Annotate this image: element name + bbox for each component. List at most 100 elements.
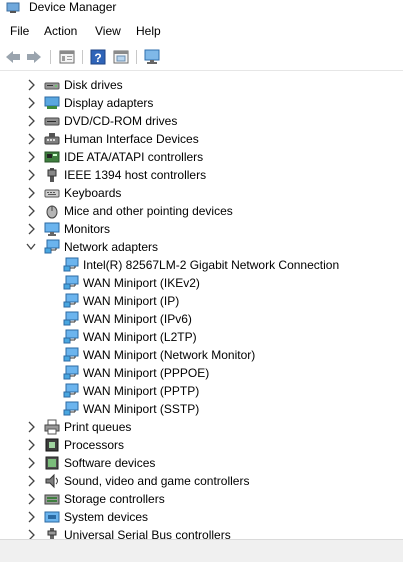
tree-category[interactable]: Sound, video and game controllers <box>0 472 403 490</box>
chevron-right-icon[interactable] <box>26 79 36 91</box>
window-title: Device Manager <box>29 0 117 14</box>
network-adapter-icon <box>63 293 79 308</box>
tree-category[interactable]: Keyboards <box>0 184 403 202</box>
tree-device[interactable]: WAN Miniport (IKEv2) <box>0 274 403 292</box>
chevron-right-icon[interactable] <box>26 97 36 109</box>
ide-controller-icon <box>44 151 60 163</box>
tree-item-label: System devices <box>64 510 149 524</box>
scan-hardware-icon[interactable] <box>143 48 161 66</box>
network-adapter-icon <box>63 383 79 398</box>
chevron-right-icon[interactable] <box>26 115 36 127</box>
network-adapter-icon <box>63 311 79 326</box>
menu-bar: File Action View Help <box>0 20 403 42</box>
tree-device[interactable]: WAN Miniport (SSTP) <box>0 400 403 418</box>
tree-device[interactable]: WAN Miniport (L2TP) <box>0 328 403 346</box>
title-bar: Device Manager <box>0 0 403 18</box>
chevron-right-icon[interactable] <box>26 133 36 145</box>
tree-item-label: WAN Miniport (IP) <box>83 294 180 308</box>
tree-device[interactable]: WAN Miniport (IPv6) <box>0 310 403 328</box>
toolbar-separator <box>82 50 83 64</box>
network-adapter-icon <box>63 275 79 290</box>
system-device-icon <box>44 511 60 523</box>
network-adapter-icon <box>63 347 79 362</box>
network-adapter-icon <box>63 329 79 344</box>
help-icon[interactable]: ? <box>89 48 107 66</box>
device-manager-app-icon <box>6 2 20 13</box>
chevron-down-icon[interactable] <box>26 241 36 253</box>
chevron-right-icon[interactable] <box>26 529 36 539</box>
toolbar-separator <box>136 50 137 64</box>
chevron-right-icon[interactable] <box>26 205 36 217</box>
menu-file[interactable]: File <box>10 24 29 38</box>
chevron-right-icon[interactable] <box>26 187 36 199</box>
tree-item-label: Software devices <box>64 456 156 470</box>
tree-device[interactable]: WAN Miniport (PPPOE) <box>0 364 403 382</box>
tree-item-label: Storage controllers <box>64 492 165 506</box>
chevron-right-icon[interactable] <box>26 223 36 235</box>
network-adapter-icon <box>63 365 79 380</box>
tree-item-label: Mice and other pointing devices <box>64 204 233 218</box>
storage-controller-icon <box>44 494 60 505</box>
tree-category[interactable]: Universal Serial Bus controllers <box>0 526 403 539</box>
tree-category-network-adapters[interactable]: Network adapters <box>0 238 403 256</box>
usb-icon <box>47 528 57 539</box>
menu-view[interactable]: View <box>95 24 121 38</box>
tree-item-label: DVD/CD-ROM drives <box>64 114 178 128</box>
tree-category[interactable]: Mice and other pointing devices <box>0 202 403 220</box>
chevron-right-icon[interactable] <box>26 493 36 505</box>
tree-item-label: Intel(R) 82567LM-2 Gigabit Network Conne… <box>83 258 340 272</box>
chevron-right-icon[interactable] <box>26 511 36 523</box>
properties-icon[interactable] <box>58 48 76 66</box>
tree-device[interactable]: WAN Miniport (PPTP) <box>0 382 403 400</box>
network-adapter-icon <box>44 239 60 254</box>
chevron-right-icon[interactable] <box>26 439 36 451</box>
forward-arrow-icon[interactable] <box>25 48 43 66</box>
chevron-right-icon[interactable] <box>26 151 36 163</box>
toolbar-separator <box>50 50 51 64</box>
back-arrow-icon[interactable] <box>4 48 22 66</box>
disk-drive-icon <box>44 82 60 90</box>
chevron-right-icon[interactable] <box>26 421 36 433</box>
tree-item-label: IDE ATA/ATAPI controllers <box>64 150 204 164</box>
tree-category[interactable]: Storage controllers <box>0 490 403 508</box>
tree-category[interactable]: IDE ATA/ATAPI controllers <box>0 148 403 166</box>
menu-help[interactable]: Help <box>136 24 161 38</box>
tree-category[interactable]: Display adapters <box>0 94 403 112</box>
printer-icon <box>44 419 60 435</box>
device-tree: Disk drives Display adapters DVD/CD-ROM dr… <box>0 71 403 539</box>
tree-device[interactable]: Intel(R) 82567LM-2 Gigabit Network Conne… <box>0 256 403 274</box>
tree-item-label: IEEE 1394 host controllers <box>64 168 207 182</box>
software-device-icon <box>45 456 59 470</box>
dvd-drive-icon <box>44 117 60 126</box>
tree-category[interactable]: Disk drives <box>0 76 403 94</box>
hid-icon <box>44 133 60 145</box>
tree-item-label: Monitors <box>64 222 111 236</box>
tree-category[interactable]: IEEE 1394 host controllers <box>0 166 403 184</box>
svg-text:?: ? <box>94 51 101 65</box>
chevron-right-icon[interactable] <box>26 169 36 181</box>
tree-category[interactable]: Processors <box>0 436 403 454</box>
tree-device[interactable]: WAN Miniport (IP) <box>0 292 403 310</box>
chevron-right-icon[interactable] <box>26 475 36 487</box>
tree-category[interactable]: DVD/CD-ROM drives <box>0 112 403 130</box>
tree-item-label: WAN Miniport (PPTP) <box>83 384 200 398</box>
tree-category[interactable]: Print queues <box>0 418 403 436</box>
tree-category[interactable]: Software devices <box>0 454 403 472</box>
tree-item-label: Display adapters <box>64 96 154 110</box>
keyboard-icon <box>44 189 60 198</box>
tree-device[interactable]: WAN Miniport (Network Monitor) <box>0 346 403 364</box>
network-adapter-icon <box>63 401 79 416</box>
processor-icon <box>45 438 59 452</box>
tree-item-label: WAN Miniport (PPPOE) <box>83 366 210 380</box>
tree-item-label: Network adapters <box>64 240 159 254</box>
chevron-right-icon[interactable] <box>26 457 36 469</box>
tree-category[interactable]: Monitors <box>0 220 403 238</box>
monitor-icon <box>44 222 60 236</box>
menu-action[interactable]: Action <box>44 24 77 38</box>
tree-item-label: Print queues <box>64 420 132 434</box>
tree-category[interactable]: Human Interface Devices <box>0 130 403 148</box>
show-hidden-icon[interactable] <box>112 48 130 66</box>
tree-category[interactable]: System devices <box>0 508 403 526</box>
tree-item-label: WAN Miniport (SSTP) <box>83 402 200 416</box>
mouse-icon <box>46 205 58 219</box>
